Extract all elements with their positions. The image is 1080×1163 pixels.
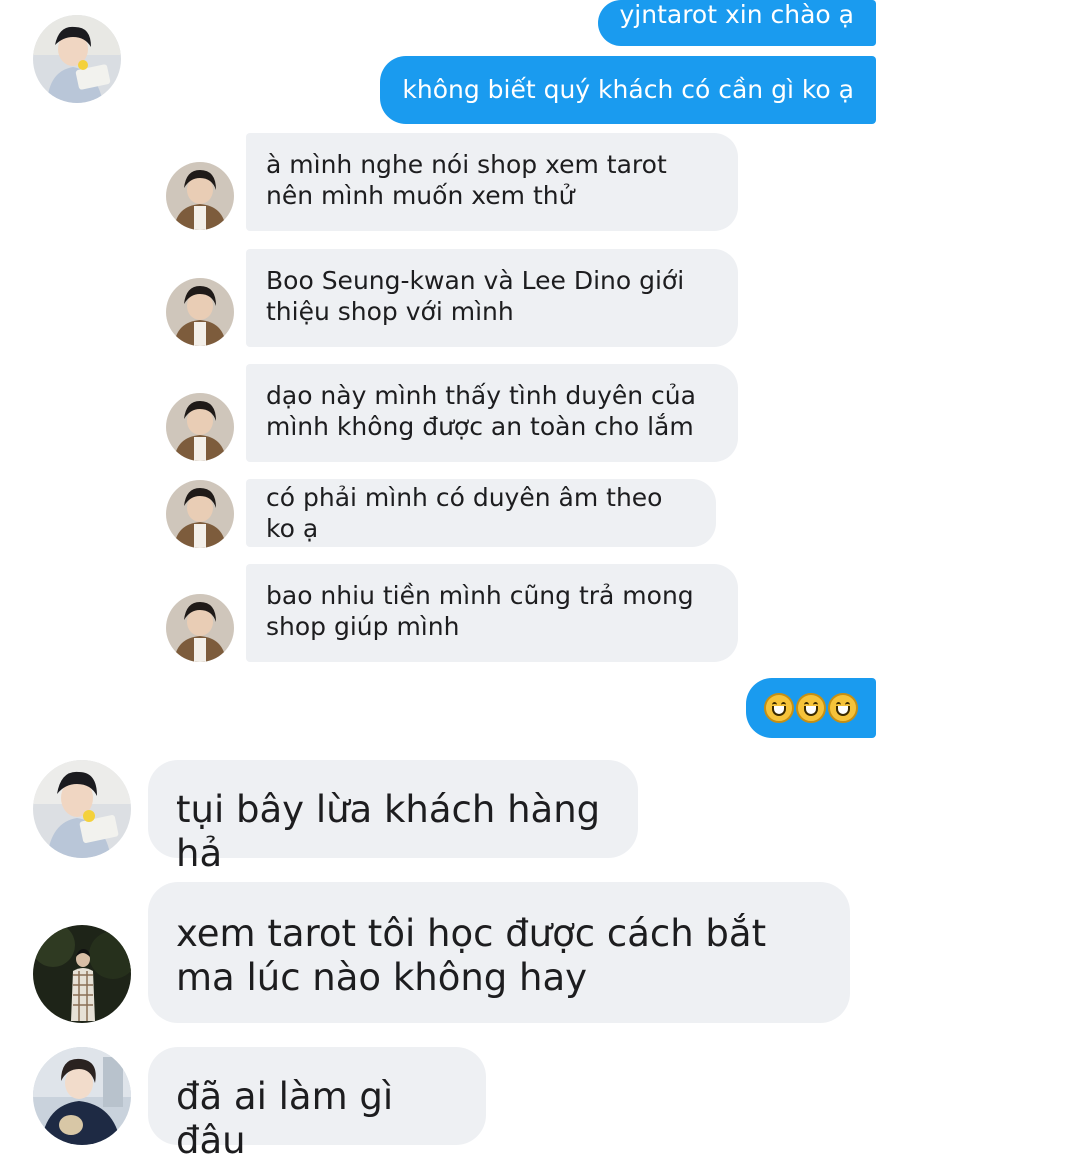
customer-avatar-icon (166, 393, 234, 461)
chat-message-text: đã ai làm gì đâu (176, 1075, 394, 1162)
person-hoodie-avatar-icon (33, 1047, 131, 1145)
sweat-smile-emoji-icon (828, 693, 858, 723)
customer-avatar (166, 162, 234, 230)
customer-avatar (166, 278, 234, 346)
incoming-message: bao nhiu tiền mình cũng trả mong shop gi… (246, 564, 738, 662)
sender-avatar[interactable] (33, 1047, 131, 1145)
customer-avatar-icon (166, 162, 234, 230)
sender-avatar[interactable] (33, 925, 131, 1023)
incoming-message: dạo này mình thấy tình duyên của mình kh… (246, 364, 738, 462)
incoming-message: có phải mình có duyên âm theo ko ạ (246, 479, 716, 547)
chat-message: xem tarot tôi học được cách bắt ma lúc n… (148, 882, 850, 1023)
chat-message-text: xem tarot tôi học được cách bắt ma lúc n… (176, 912, 767, 999)
incoming-message-text: dạo này mình thấy tình duyên của mình kh… (266, 381, 696, 441)
incoming-message-text: bao nhiu tiền mình cũng trả mong shop gi… (266, 581, 694, 641)
chat-message: đã ai làm gì đâu (148, 1047, 486, 1162)
person-reading-avatar-icon (33, 760, 131, 858)
incoming-message-text: à mình nghe nói shop xem tarot nên mình … (266, 150, 667, 210)
sent-message: không biết quý khách có cần gì ko ạ (380, 56, 876, 124)
person-dark-avatar-icon (33, 925, 131, 1023)
sender-avatar[interactable] (33, 760, 131, 858)
sweat-smile-emoji-icon (796, 693, 826, 723)
incoming-message: à mình nghe nói shop xem tarot nên mình … (246, 133, 738, 231)
sent-emoji-message: 😅😅😅 (746, 678, 876, 738)
customer-avatar-icon (166, 480, 234, 548)
sent-message-text: không biết quý khách có cần gì ko ạ (402, 75, 854, 104)
sent-message-text: yjntarot xin chào ạ (619, 0, 855, 29)
customer-avatar (166, 480, 234, 548)
chat-message: tụi bây lừa khách hàng hả (148, 760, 638, 875)
customer-avatar-icon (166, 278, 234, 346)
customer-avatar-icon (166, 594, 234, 662)
sweat-smile-emoji-icon (764, 693, 794, 723)
embedded-screenshot: yjntarot xin chào ạ không biết quý khách… (150, 0, 890, 740)
customer-avatar (166, 594, 234, 662)
emoji-sweat-smile-icon (764, 693, 858, 723)
person-reading-avatar-icon (33, 15, 121, 103)
incoming-message: Boo Seung-kwan và Lee Dino giới thiệu sh… (246, 249, 738, 347)
sent-message-partial: yjntarot xin chào ạ (597, 0, 876, 46)
customer-avatar (166, 393, 234, 461)
chat-message-text: tụi bây lừa khách hàng hả (176, 788, 601, 875)
avatar-top[interactable] (33, 15, 121, 103)
incoming-message-text: Boo Seung-kwan và Lee Dino giới thiệu sh… (266, 266, 685, 326)
incoming-message-text: có phải mình có duyên âm theo ko ạ (266, 483, 663, 543)
